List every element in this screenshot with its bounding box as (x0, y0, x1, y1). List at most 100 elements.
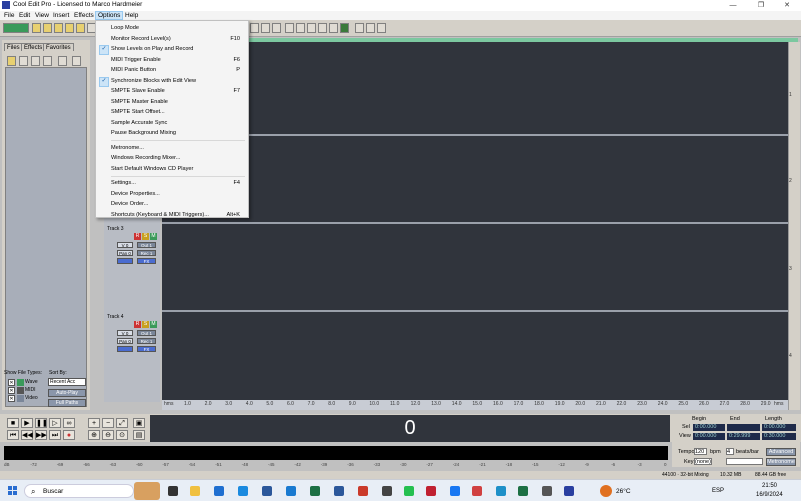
mute-button[interactable]: M (150, 321, 157, 328)
word-icon[interactable] (334, 486, 344, 496)
insert-icon[interactable] (43, 56, 52, 66)
clock-date[interactable]: 16/9/2024 (756, 492, 783, 498)
waveform-view-toggle[interactable] (3, 23, 29, 33)
options-menu-item[interactable]: Start Default Windows CD Player (96, 164, 248, 174)
project-icon[interactable] (518, 486, 528, 496)
tool-8-icon[interactable] (329, 23, 338, 33)
solo-button[interactable]: S (142, 321, 149, 328)
options-menu-item[interactable]: Monitor Record Level(s) F10 (96, 34, 248, 44)
zoom-in-icon[interactable]: + (88, 418, 100, 428)
close-file-icon[interactable] (65, 23, 74, 33)
save-file-icon[interactable] (54, 23, 63, 33)
language-indicator[interactable]: ESP (712, 488, 724, 494)
tool-12-icon[interactable] (377, 23, 386, 33)
view-end-field[interactable]: 0:29.999 (727, 433, 760, 440)
volume-control[interactable]: V 0 (117, 242, 133, 248)
options-menu-item[interactable]: MIDI Trigger Enable F6 (96, 55, 248, 65)
menu-help[interactable]: Help (123, 11, 140, 20)
menu-effects[interactable]: Effects (72, 11, 96, 20)
advanced-button[interactable]: Advanced (766, 448, 796, 456)
record-arm-button[interactable]: R (134, 233, 141, 240)
widget-image-icon[interactable] (134, 482, 160, 500)
menu-edit[interactable]: Edit (17, 11, 32, 20)
options-menu-item[interactable]: SMPTE Start Offset... (96, 107, 248, 117)
stop-button[interactable]: ■ (7, 418, 19, 428)
zoom-right-icon[interactable]: ⊙ (116, 430, 128, 440)
options-menu-item[interactable]: Sample Accurate Sync (96, 118, 248, 128)
wave-checkbox[interactable]: ✕ (8, 379, 15, 386)
full-paths-button[interactable]: Full Paths (48, 399, 86, 407)
settings-icon[interactable] (542, 486, 552, 496)
go-to-start-button[interactable]: ⏮ (7, 430, 19, 440)
tempo-field[interactable]: 120 (694, 448, 707, 455)
menu-insert[interactable]: Insert (51, 11, 71, 20)
key-secondary-select[interactable] (726, 458, 763, 465)
whatsapp-icon[interactable] (404, 486, 414, 496)
pan-control[interactable]: Pan 0 (117, 250, 133, 256)
record-button[interactable]: ● (63, 430, 75, 440)
app-icon-3[interactable] (382, 486, 392, 496)
options-menu-item[interactable]: Device Order... (96, 199, 248, 209)
app-icon-4[interactable] (426, 486, 436, 496)
delete-icon[interactable] (72, 56, 81, 66)
options-menu-item[interactable]: Settings... F4 (96, 178, 248, 188)
beats-field[interactable]: 4 (726, 448, 734, 455)
record-arm-button[interactable]: R (134, 321, 141, 328)
lock-toggle[interactable] (117, 346, 133, 352)
sel-begin-field[interactable]: 0:00.000 (693, 424, 725, 431)
tool-5-icon[interactable] (296, 23, 305, 33)
menu-options[interactable]: Options (95, 11, 124, 20)
fast-forward-button[interactable]: ▶▶ (35, 430, 47, 440)
app-icon-2[interactable] (286, 486, 296, 496)
minimize-button[interactable]: — (720, 0, 746, 11)
mail-icon[interactable] (238, 486, 248, 496)
windows-start-icon[interactable] (8, 486, 18, 496)
powerpoint-icon[interactable] (358, 486, 368, 496)
clock-time[interactable]: 21:50 (762, 483, 777, 489)
tool-4-icon[interactable] (285, 23, 294, 33)
tool-10-icon[interactable] (355, 23, 364, 33)
facebook-icon[interactable] (450, 486, 460, 496)
rewind-button[interactable]: ◀◀ (21, 430, 33, 440)
sort-by-select[interactable]: Recent Acc (48, 378, 86, 386)
close-icon[interactable] (31, 56, 40, 66)
cut-icon[interactable] (76, 23, 85, 33)
options-menu-item[interactable]: Device Properties... (96, 189, 248, 199)
tool-6-icon[interactable] (307, 23, 316, 33)
options-menu-item[interactable]: ✓ Synchronize Blocks with Edit View (96, 76, 248, 87)
menu-file[interactable]: File (2, 11, 16, 20)
folder-app-icon[interactable] (262, 486, 272, 496)
open-icon[interactable] (7, 56, 16, 66)
menu-view[interactable]: View (33, 11, 51, 20)
sel-end-field[interactable] (727, 424, 760, 431)
excel-icon[interactable] (310, 486, 320, 496)
tab-favorites[interactable]: Favorites (43, 43, 74, 51)
cool-edit-taskbar-icon[interactable] (564, 486, 574, 496)
video-checkbox[interactable]: ✕ (8, 395, 15, 402)
options-menu-item[interactable]: SMPTE Master Enable (96, 97, 248, 107)
mute-button[interactable]: M (150, 233, 157, 240)
tool-9-icon[interactable] (340, 23, 349, 33)
output-select[interactable]: Out 1 (137, 330, 156, 336)
tool-3-icon[interactable] (272, 23, 281, 33)
options-menu-item[interactable]: ✓ Show Levels on Play and Record (96, 44, 248, 55)
zoom-full-icon[interactable]: ⤢ (116, 418, 128, 428)
fx-button[interactable]: FX (137, 346, 156, 352)
tool-7-icon[interactable] (318, 23, 327, 33)
view-begin-field[interactable]: 0:00.000 (693, 433, 725, 440)
options-menu-item[interactable]: Windows Recording Mixer... (96, 153, 248, 163)
zoom-left-icon[interactable]: ⊖ (102, 430, 114, 440)
options-menu-item[interactable]: MIDI Panic Button P (96, 65, 248, 75)
solo-button[interactable]: S (142, 233, 149, 240)
tab-files[interactable]: Files (4, 43, 23, 51)
tab-effects[interactable]: Effects (21, 43, 46, 51)
record-input-select[interactable]: Rec 1 (137, 338, 156, 344)
record-input-select[interactable]: Rec 1 (137, 250, 156, 256)
store-icon[interactable] (214, 486, 224, 496)
output-select[interactable]: Out 1 (137, 242, 156, 248)
chrome-icon[interactable] (472, 486, 482, 496)
close-button[interactable]: ✕ (774, 0, 800, 11)
options-menu-item[interactable]: Shortcuts (Keyboard & MIDI Triggers)... A… (96, 210, 248, 220)
new-file-icon[interactable] (32, 23, 41, 33)
weather-icon[interactable] (600, 485, 612, 497)
